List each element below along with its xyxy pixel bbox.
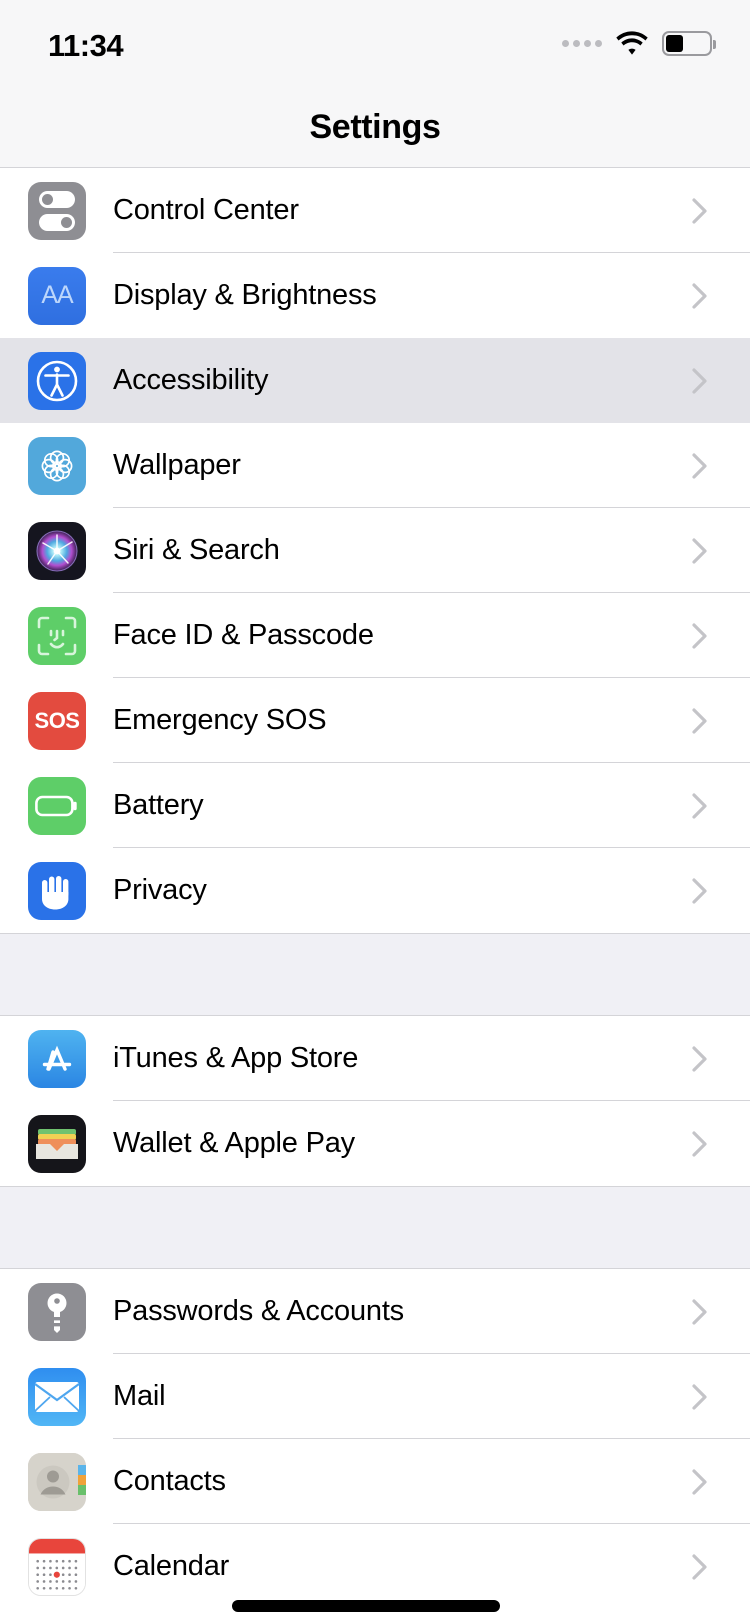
home-indicator [232, 1600, 500, 1612]
chevron-right-icon [692, 282, 708, 310]
settings-row-siri-search[interactable]: Siri & Search [0, 508, 750, 593]
chevron-right-icon [692, 622, 708, 650]
chevron-right-icon [692, 197, 708, 225]
settings-row-wallpaper[interactable]: Wallpaper [0, 423, 750, 508]
settings-row-battery[interactable]: Battery [0, 763, 750, 848]
face-id-icon [28, 606, 86, 665]
settings-row-label: Battery [113, 789, 204, 821]
settings-row-label: Calendar [113, 1550, 230, 1582]
chevron-right-icon [692, 792, 708, 820]
settings-group: Control Center AA Display & Brightness A… [0, 168, 750, 933]
chevron-right-icon [692, 877, 708, 905]
privacy-icon [28, 861, 86, 920]
chevron-right-icon [692, 1553, 708, 1581]
group-separator [0, 933, 750, 1016]
settings-row-display-brightness[interactable]: AA Display & Brightness [0, 253, 750, 338]
calendar-icon [28, 1537, 86, 1596]
settings-row-privacy[interactable]: Privacy [0, 848, 750, 933]
chevron-right-icon [692, 707, 708, 735]
settings-row-mail[interactable]: Mail [0, 1354, 750, 1439]
navigation-bar: Settings [0, 88, 750, 168]
settings-row-label: Privacy [113, 874, 207, 906]
settings-row-calendar[interactable]: Calendar [0, 1524, 750, 1609]
battery-settings-icon [28, 776, 86, 835]
settings-row-contacts[interactable]: Contacts [0, 1439, 750, 1524]
settings-row-label: Accessibility [113, 364, 269, 396]
display-brightness-icon: AA [28, 266, 86, 325]
settings-row-label: iTunes & App Store [113, 1042, 359, 1074]
status-bar-indicators [562, 30, 716, 56]
settings-row-label: Display & Brightness [113, 279, 377, 311]
settings-row-label: Control Center [113, 194, 299, 226]
control-center-icon [28, 181, 86, 240]
passwords-accounts-icon [28, 1282, 86, 1341]
page-title: Settings [309, 108, 441, 146]
settings-row-label: Wallpaper [113, 449, 241, 481]
settings-row-emergency-sos[interactable]: SOS Emergency SOS [0, 678, 750, 763]
wallet-icon [28, 1114, 86, 1173]
settings-row-label: Emergency SOS [113, 704, 327, 736]
settings-group: Passwords & Accounts Mail Contacts Calen… [0, 1269, 750, 1609]
chevron-right-icon [692, 1045, 708, 1073]
wifi-icon [616, 31, 648, 55]
status-bar-time: 11:34 [48, 28, 124, 63]
chevron-right-icon [692, 537, 708, 565]
wallpaper-icon [28, 436, 86, 495]
chevron-right-icon [692, 367, 708, 395]
settings-row-label: Mail [113, 1380, 166, 1412]
chevron-right-icon [692, 1383, 708, 1411]
app-store-icon [28, 1029, 86, 1088]
mail-icon [28, 1367, 86, 1426]
settings-row-label: Siri & Search [113, 534, 280, 566]
chevron-right-icon [692, 452, 708, 480]
signal-dots-icon [562, 39, 602, 47]
settings-row-passwords-accounts[interactable]: Passwords & Accounts [0, 1269, 750, 1354]
group-separator [0, 1186, 750, 1269]
chevron-right-icon [692, 1130, 708, 1158]
status-bar: 11:34 [0, 0, 750, 88]
settings-row-label: Wallet & Apple Pay [113, 1127, 355, 1159]
settings-row-face-id-passcode[interactable]: Face ID & Passcode [0, 593, 750, 678]
settings-row-itunes-app-store[interactable]: iTunes & App Store [0, 1016, 750, 1101]
battery-icon [662, 30, 716, 56]
settings-row-accessibility[interactable]: Accessibility [0, 338, 750, 423]
settings-row-label: Passwords & Accounts [113, 1295, 404, 1327]
settings-group: iTunes & App Store Wallet & Apple Pay [0, 1016, 750, 1186]
emergency-sos-icon: SOS [28, 691, 86, 750]
settings-row-control-center[interactable]: Control Center [0, 168, 750, 253]
chevron-right-icon [692, 1468, 708, 1496]
siri-search-icon [28, 521, 86, 580]
settings-list: Control Center AA Display & Brightness A… [0, 168, 750, 1609]
contacts-icon [28, 1452, 86, 1511]
settings-row-label: Face ID & Passcode [113, 619, 374, 651]
settings-row-label: Contacts [113, 1465, 226, 1497]
settings-row-wallet-apple-pay[interactable]: Wallet & Apple Pay [0, 1101, 750, 1186]
accessibility-icon [28, 351, 86, 410]
chevron-right-icon [692, 1298, 708, 1326]
